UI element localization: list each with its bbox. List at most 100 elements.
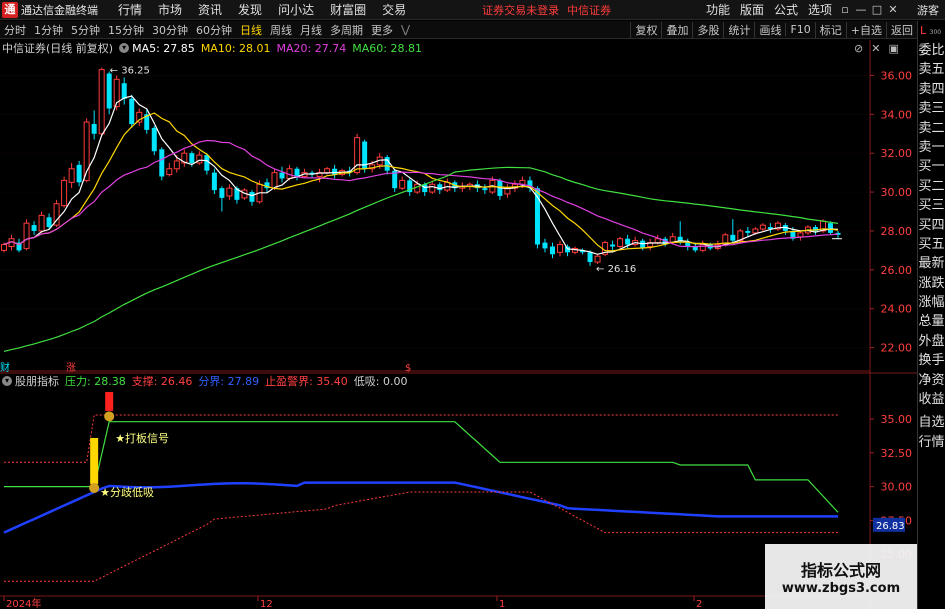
menu-faxian[interactable]: 发现 [230,1,270,18]
menu-gongshi[interactable]: 公式 [769,1,803,18]
period-1min[interactable]: 1分钟 [30,22,67,38]
side-item-2[interactable]: 卖四 [918,80,945,99]
candle-body-72 [542,242,548,249]
candle-body-93 [699,244,706,251]
side-item-5[interactable]: 卖一 [918,138,945,157]
minimize-icon[interactable]: — [853,3,869,16]
menu-jiaoyi[interactable]: 交易 [374,1,414,18]
guest-label[interactable]: 游客 [917,2,945,18]
tool-biaoji[interactable]: 标记 [814,21,846,38]
candle-body-51 [384,157,390,171]
sub-current-label: 26.83 [876,521,905,532]
side-item-18[interactable]: 收益 [918,390,945,409]
side-item-1[interactable]: 卖五 [918,60,945,79]
period-weekly[interactable]: 周线 [266,22,296,38]
side-panel-header: L 300 [918,21,945,41]
menu-shichang[interactable]: 市场 [150,1,190,18]
period-more[interactable]: 更多 [367,22,397,38]
candle-body-28 [211,172,217,191]
chevron-down-icon[interactable]: ⋁ [397,23,414,36]
side-item-0[interactable]: 委比 [918,41,945,60]
side-list: 委比 卖五 卖四 卖三 卖二 卖一 买一 买二 买三 买四 买五 最新 涨跌 涨幅 总量 外盘 换手 净资 收益 [918,41,945,409]
side-item-11[interactable]: 最新 [918,254,945,273]
menu-caifuquan[interactable]: 财富圈 [322,1,374,18]
candle-body-78 [587,252,593,263]
side-item-4[interactable]: 卖二 [918,119,945,138]
side-item-17[interactable]: 净资 [918,371,945,390]
candle-body-0 [1,244,7,251]
candle-body-79 [594,255,601,263]
tool-huaxian[interactable]: 画线 [754,21,785,38]
login-status[interactable]: 证券交易未登录 [482,2,559,18]
menu-hangqing[interactable]: 行情 [110,1,150,18]
tool-f10[interactable]: F10 [785,23,814,36]
support-line [4,491,838,582]
tool-duogu[interactable]: 多股 [692,21,723,38]
candle-body-20 [151,127,157,152]
candle-body-9 [68,168,75,183]
close-icon[interactable]: ✕ [885,3,901,16]
candle-body-29 [219,188,225,198]
restore-icon[interactable]: ▫ [837,3,853,16]
tool-fanhui[interactable]: 返回 [886,21,917,38]
side-item2-0[interactable]: 自选 [918,413,945,432]
side-item-14[interactable]: 总量 [918,312,945,331]
side-item-8[interactable]: 买三 [918,196,945,215]
period-multi[interactable]: 多周期 [326,22,367,38]
candle-body-33 [249,192,255,202]
maximize-icon[interactable]: □ [869,3,885,16]
sub-tick-label-0: 35.00 [881,413,913,426]
main-tick-label-1: 34.00 [881,108,913,121]
side-item2-1[interactable]: 行情 [918,433,945,452]
ma20-line [3,139,839,248]
kline-chart[interactable]: 36.00 34.00 32.00 30.00 28.00 26.00 24.00 22.00… [0,40,917,609]
candle-body-99 [745,230,751,233]
period-daily[interactable]: 日线 [236,22,266,38]
candle-body-100 [752,228,759,234]
candle-body-82 [617,238,624,247]
period-monthly[interactable]: 月线 [296,22,326,38]
side-item-12[interactable]: 涨跌 [918,274,945,293]
candle-body-44 [332,168,338,175]
period-60min[interactable]: 60分钟 [192,22,236,38]
candle-body-90 [677,236,683,241]
time-label-1: 12 [260,599,273,609]
menu-zixun[interactable]: 资讯 [190,1,230,18]
period-30min[interactable]: 30分钟 [148,22,192,38]
candle-body-43 [324,168,331,174]
menu-bar: 通 通达信金融终端 行情 市场 资讯 发现 问小达 财富圈 交易 证券交易未登录… [0,0,945,20]
side-item-10[interactable]: 买五 [918,235,945,254]
menu-xuanxiang[interactable]: 选项 [803,1,837,18]
signal-low-buy-label: ★分歧低吸 [100,486,154,499]
main-tick-label-4: 28.00 [881,225,913,238]
period-fenshi[interactable]: 分时 [0,22,30,38]
menu-banmian[interactable]: 版面 [735,1,769,18]
side-item-6[interactable]: 买一 [918,157,945,176]
tool-diejia[interactable]: 叠加 [661,21,692,38]
tool-tongji[interactable]: 统计 [723,21,754,38]
candle-body-17 [129,98,135,125]
menu-gongneng[interactable]: 功能 [701,1,735,18]
side-item-15[interactable]: 外盘 [918,332,945,351]
ma10-line [3,112,839,252]
candle-body-5 [38,214,45,232]
side-item-13[interactable]: 涨幅 [918,293,945,312]
side-item-16[interactable]: 换手 [918,351,945,370]
candle-body-37 [279,172,285,179]
candle-body-27 [204,155,210,171]
candle-body-58 [437,184,443,191]
candle-body-25 [189,153,195,163]
side-item-3[interactable]: 卖三 [918,99,945,118]
period-15min[interactable]: 15分钟 [104,22,148,38]
watermark-url: www.zbgs3.com [781,581,901,596]
tool-zixuan[interactable]: +自选 [845,21,886,38]
candle-body-21 [159,149,165,177]
side-item-9[interactable]: 买四 [918,216,945,235]
menu-wenxiaoda[interactable]: 问小达 [270,1,322,18]
candle-body-110 [827,223,833,233]
period-5min[interactable]: 5分钟 [67,22,104,38]
tool-fuquan[interactable]: 复权 [630,21,661,38]
side-item-7[interactable]: 买二 [918,177,945,196]
low-buy-bar [90,437,99,484]
candle-body-47 [354,137,361,174]
